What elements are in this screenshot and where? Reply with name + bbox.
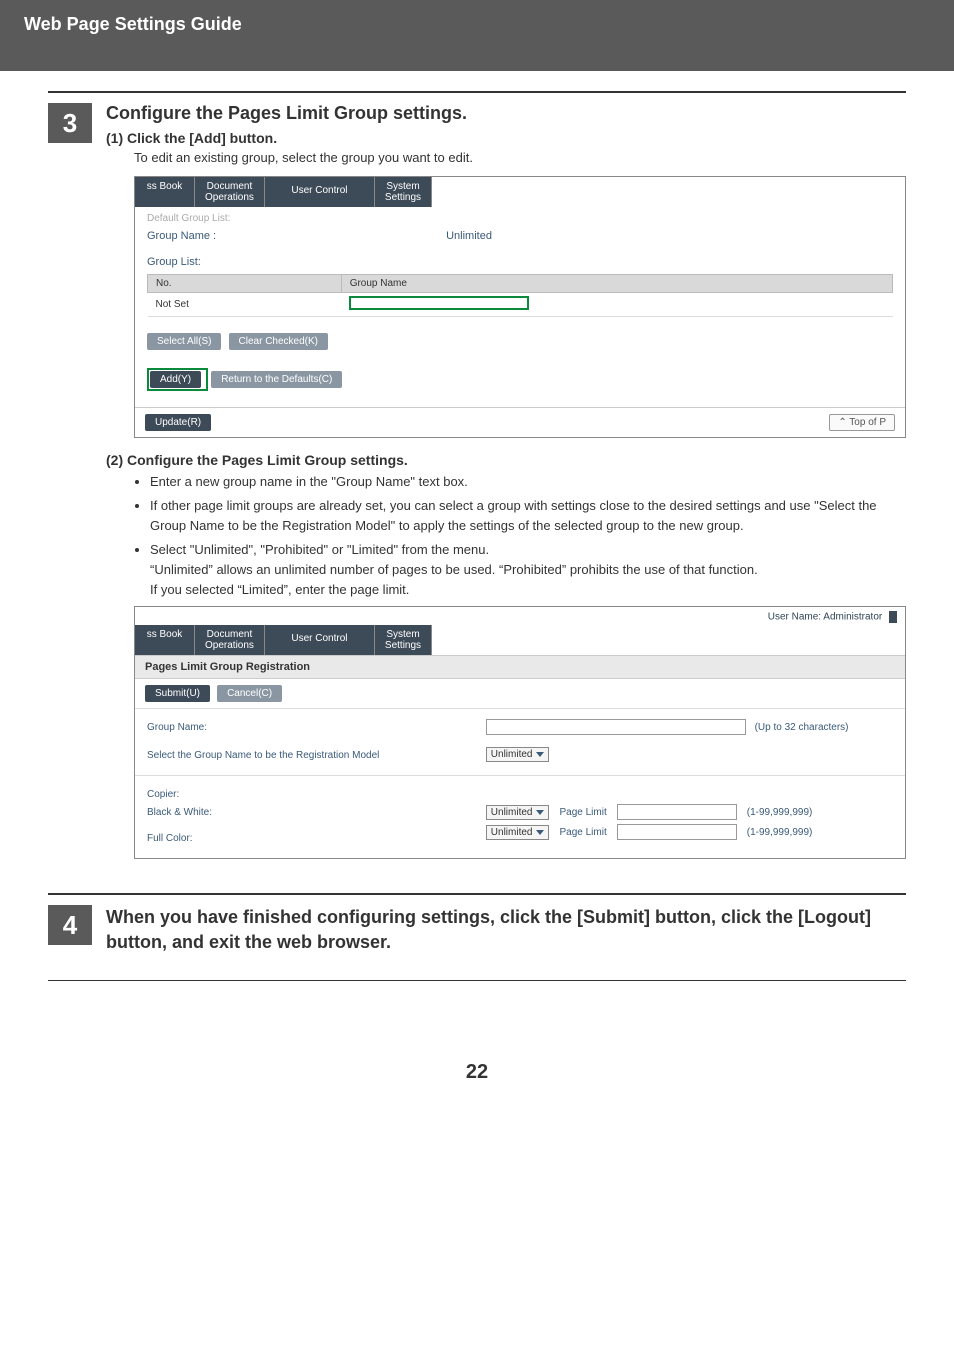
submit-button[interactable]: Submit(U) xyxy=(145,685,210,702)
table-row: Not Set xyxy=(148,292,893,316)
color-page-limit-input[interactable] xyxy=(617,824,737,840)
step-3: 3 Configure the Pages Limit Group settin… xyxy=(48,103,906,873)
add-highlight: Add(Y) xyxy=(147,368,208,391)
shot1-tabs: ss Book Document Operations User Control… xyxy=(135,177,905,207)
substep-1-text: To edit an existing group, select the gr… xyxy=(134,148,906,168)
cell-not-set: Not Set xyxy=(148,292,342,316)
tab-label-l1: Document xyxy=(207,629,253,640)
substep-2-label: (2) Configure the Pages Limit Group sett… xyxy=(106,452,906,468)
tab-system-settings[interactable]: System Settings xyxy=(375,177,432,207)
bw-label: Black & White: xyxy=(147,804,462,822)
bullet-2: If other page limit groups are already s… xyxy=(150,496,906,536)
step-4-title: When you have finished configuring setti… xyxy=(106,905,906,954)
select-all-button[interactable]: Select All(S) xyxy=(147,333,221,350)
tab-label-l1: Document xyxy=(207,181,253,192)
top-of-page-button[interactable]: ⌃ Top of P xyxy=(829,414,895,431)
page-header: Web Page Settings Guide xyxy=(0,0,954,71)
page-number: 22 xyxy=(48,1061,906,1084)
add-button[interactable]: Add(Y) xyxy=(150,371,201,388)
substep-2-bullets: Enter a new group name in the "Group Nam… xyxy=(150,472,906,601)
tab-label-l1: System xyxy=(386,181,419,192)
bw-page-limit-input[interactable] xyxy=(617,804,737,820)
tab-label: User Control xyxy=(291,185,347,196)
bullet-3-text: Select "Unlimited", "Prohibited" or "Lim… xyxy=(150,542,489,557)
page-limit-label: Page Limit xyxy=(559,807,606,818)
screenshot-1: ss Book Document Operations User Control… xyxy=(134,176,906,438)
logout-icon[interactable] xyxy=(889,611,897,623)
user-name-label: User Name: Administrator xyxy=(768,612,882,623)
divider xyxy=(48,893,906,895)
tab-address-book[interactable]: ss Book xyxy=(135,625,195,655)
select-model-label: Select the Group Name to be the Registra… xyxy=(147,747,462,765)
bullet-1: Enter a new group name in the "Group Nam… xyxy=(150,472,906,492)
step-number-badge: 4 xyxy=(48,905,92,945)
divider xyxy=(48,980,906,981)
form-row-copier: Copier: Black & White: Full Color: Unlim… xyxy=(135,775,905,858)
color-select[interactable]: Unlimited xyxy=(486,825,550,840)
section-title: Pages Limit Group Registration xyxy=(135,655,905,679)
step-3-title: Configure the Pages Limit Group settings… xyxy=(106,103,906,124)
content-area: 3 Configure the Pages Limit Group settin… xyxy=(0,91,954,1124)
copier-label: Copier: xyxy=(147,786,462,804)
divider xyxy=(48,91,906,93)
tab-document-operations[interactable]: Document Operations xyxy=(195,177,265,207)
col-no: No. xyxy=(148,274,342,292)
group-name-input[interactable] xyxy=(486,719,746,735)
step-number-badge: 3 xyxy=(48,103,92,143)
tab-label-l2: Settings xyxy=(385,192,421,203)
select-value: Unlimited xyxy=(491,749,533,760)
chevron-down-icon xyxy=(536,810,544,815)
tab-label: ss Book xyxy=(147,629,183,640)
default-group-list-label: Default Group List: xyxy=(147,213,893,224)
shot2-tabs: ss Book Document Operations User Control… xyxy=(135,625,905,655)
group-name-value: Unlimited xyxy=(446,230,492,242)
group-list-table: No. Group Name Not Set xyxy=(147,274,893,317)
clear-checked-button[interactable]: Clear Checked(K) xyxy=(229,333,328,350)
step-number-3: 3 xyxy=(63,108,77,139)
bw-range: (1-99,999,999) xyxy=(747,807,813,818)
up-to-chars: (Up to 32 characters) xyxy=(755,722,849,733)
step-number-4: 4 xyxy=(63,910,77,941)
chevron-down-icon xyxy=(536,752,544,757)
tab-document-operations[interactable]: Document Operations xyxy=(195,625,265,655)
substep-1-label: (1) Click the [Add] button. xyxy=(106,130,906,146)
group-name-field-label: Group Name: xyxy=(147,719,462,737)
group-name-label: Group Name : xyxy=(147,230,216,242)
step-4-body: When you have finished configuring setti… xyxy=(106,905,906,960)
color-range: (1-99,999,999) xyxy=(747,827,813,838)
screenshot-2: User Name: Administrator ss Book Documen… xyxy=(134,606,906,859)
select-value: Unlimited xyxy=(491,827,533,838)
select-value: Unlimited xyxy=(491,807,533,818)
header-title: Web Page Settings Guide xyxy=(24,14,242,34)
tab-user-control[interactable]: User Control xyxy=(265,625,375,655)
group-name-highlight[interactable] xyxy=(349,296,529,310)
chevron-down-icon xyxy=(536,830,544,835)
tab-system-settings[interactable]: System Settings xyxy=(375,625,432,655)
tab-label-l2: Operations xyxy=(205,192,254,203)
bullet-3-tail2: If you selected “Limited”, enter the pag… xyxy=(150,582,409,597)
tab-label-l2: Settings xyxy=(385,640,421,651)
tab-label: User Control xyxy=(291,633,347,644)
bullet-3: Select "Unlimited", "Prohibited" or "Lim… xyxy=(150,540,906,600)
fullcolor-label: Full Color: xyxy=(147,830,462,848)
page-limit-label: Page Limit xyxy=(559,827,606,838)
tab-label: ss Book xyxy=(147,181,183,192)
return-defaults-button[interactable]: Return to the Defaults(C) xyxy=(211,371,342,388)
bullet-3-tail1: “Unlimited” allows an unlimited number o… xyxy=(150,562,758,577)
tab-label-l2: Operations xyxy=(205,640,254,651)
tab-user-control[interactable]: User Control xyxy=(265,177,375,207)
bw-select[interactable]: Unlimited xyxy=(486,805,550,820)
col-group-name: Group Name xyxy=(341,274,892,292)
step-4: 4 When you have finished configuring set… xyxy=(48,905,906,960)
update-button[interactable]: Update(R) xyxy=(145,414,211,431)
form-row-groupname: Group Name: Select the Group Name to be … xyxy=(135,708,905,775)
cancel-button[interactable]: Cancel(C) xyxy=(217,685,282,702)
step-3-body: Configure the Pages Limit Group settings… xyxy=(106,103,906,873)
model-select[interactable]: Unlimited xyxy=(486,747,550,762)
tab-address-book[interactable]: ss Book xyxy=(135,177,195,207)
tab-label-l1: System xyxy=(386,629,419,640)
group-list-label: Group List: xyxy=(147,256,893,268)
